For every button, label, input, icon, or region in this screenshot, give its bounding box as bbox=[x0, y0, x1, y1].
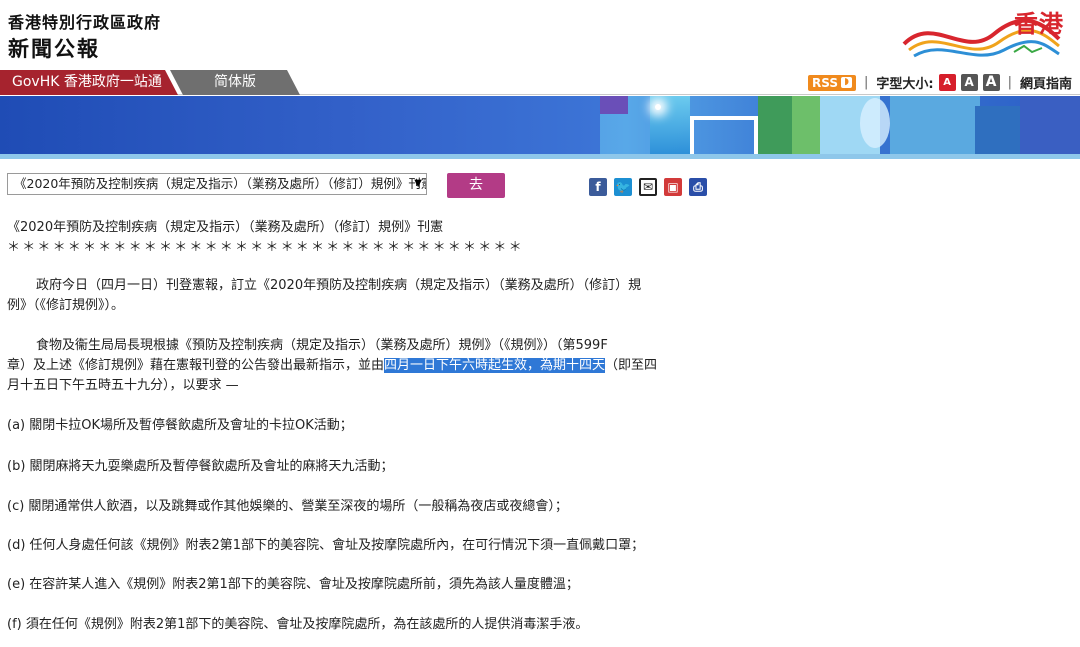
para2-line2-a: 章）及上述《修訂規例》藉在憲報刊登的公告發出最新指示，並由 bbox=[7, 358, 385, 373]
print-icon[interactable]: ⎙ bbox=[689, 178, 707, 196]
para2-line3: 月十五日下午五時五十九分），以要求 — bbox=[7, 378, 239, 393]
banner-block bbox=[0, 96, 600, 154]
banner-circle bbox=[860, 98, 890, 148]
banner-block bbox=[792, 96, 820, 154]
go-button[interactable]: 去 bbox=[447, 173, 505, 198]
article-title: 《2020年預防及控制疾病（規定及指示）（業務及處所）（修訂）規例》刊憲 bbox=[7, 220, 444, 235]
facebook-icon[interactable]: f bbox=[589, 178, 607, 196]
nav-bar: GovHK 香港政府一站通 简体版 RSS ◗ | 字型大小: A A A | … bbox=[0, 70, 1080, 95]
simplified-chinese-link[interactable]: 简体版 bbox=[170, 70, 300, 95]
rss-button[interactable]: RSS ◗ bbox=[808, 74, 856, 91]
divider: | bbox=[1007, 75, 1012, 90]
banner-block bbox=[758, 96, 792, 154]
rss-icon: ◗ bbox=[841, 77, 852, 88]
banner-block bbox=[975, 106, 1020, 154]
title-stars: ＊＊＊＊＊＊＊＊＊＊＊＊＊＊＊＊＊＊＊＊＊＊＊＊＊＊＊＊＊＊＊＊＊＊ bbox=[7, 240, 524, 255]
chevron-down-icon: ▼ bbox=[414, 178, 422, 189]
list-item: (d) 任何人身處任何該《規例》附表2第1部下的美容院、會址及按摩院處所內，在可… bbox=[7, 538, 645, 553]
paragraph-2: 食物及衞生局局長現根據《預防及控制疾病（規定及指示）（業務及處所）規例》（《規例… bbox=[7, 336, 747, 396]
rss-label: RSS bbox=[812, 75, 838, 90]
banner-block bbox=[1020, 96, 1080, 154]
list-item: (f) 須在任何《規例》附表2第1部下的美容院、會址及按摩院處所，為在該處所的人… bbox=[7, 617, 589, 632]
topic-select-value: 《2020年預防及控制疾病（規定及指示）（業務及處所）（修訂）規例》刊憲 bbox=[14, 176, 427, 191]
list-item: (c) 關閉通常供人飲酒，以及跳舞或作其他娛樂的、營業至深夜的場所（一般稱為夜店… bbox=[7, 499, 568, 514]
list-item: (e) 在容許某人進入《規例》附表2第1部下的美容院、會址及按摩院處所前，須先為… bbox=[7, 577, 579, 592]
font-size-medium-button[interactable]: A bbox=[960, 74, 978, 91]
brand-logo[interactable]: 香港 bbox=[894, 4, 1064, 66]
share-icons: f 🐦 ✉ ▣ ⎙ bbox=[589, 178, 707, 196]
divider: | bbox=[864, 75, 869, 90]
utility-links: RSS ◗ | 字型大小: A A A | 網頁指南 bbox=[808, 70, 1072, 95]
font-size-small-button[interactable]: A bbox=[938, 74, 956, 91]
site-title[interactable]: 新聞公報 bbox=[8, 33, 100, 63]
page-header: 香港特別行政區政府 新聞公報 香港 bbox=[0, 0, 1080, 70]
paragraph-1: 政府今日（四月一日）刊登憲報，訂立《2020年預防及控制疾病（規定及指示）（業務… bbox=[7, 276, 747, 316]
banner-block bbox=[600, 96, 628, 114]
twitter-icon[interactable]: 🐦 bbox=[614, 178, 632, 196]
banner-strip bbox=[0, 154, 1080, 159]
email-icon[interactable]: ✉ bbox=[639, 178, 657, 196]
brand-text: 香港 bbox=[1014, 10, 1064, 38]
topic-select[interactable]: 《2020年預防及控制疾病（規定及指示）（業務及處所）（修訂）規例》刊憲 ▼ bbox=[7, 173, 427, 195]
page-guide-link[interactable]: 網頁指南 bbox=[1020, 73, 1072, 92]
selected-text-highlight[interactable]: 四月一日下午六時起生效，為期十四天 bbox=[384, 358, 606, 373]
banner-sparkle bbox=[655, 104, 661, 110]
font-size-large-button[interactable]: A bbox=[982, 74, 1000, 91]
list-item: (b) 關閉麻將天九耍樂處所及暫停餐飲處所及會址的麻將天九活動； bbox=[7, 459, 394, 474]
govhk-link[interactable]: GovHK 香港政府一站通 bbox=[0, 70, 178, 95]
para2-line1: 食物及衞生局局長現根據《預防及控制疾病（規定及指示）（業務及處所）規例》（《規例… bbox=[36, 338, 608, 353]
decorative-banner bbox=[0, 96, 1080, 154]
para1-line1: 政府今日（四月一日）刊登憲報，訂立《2020年預防及控制疾病（規定及指示）（業務… bbox=[36, 278, 642, 293]
banner-frame bbox=[690, 116, 758, 154]
para2-line2-b: （即至四 bbox=[605, 358, 658, 373]
org-name: 香港特別行政區政府 bbox=[8, 13, 162, 32]
list-item: (a) 關閉卡拉OK場所及暫停餐飲處所及會址的卡拉OK活動； bbox=[7, 418, 353, 433]
font-size-label: 字型大小: bbox=[876, 77, 934, 92]
save-icon[interactable]: ▣ bbox=[664, 178, 682, 196]
banner-block bbox=[890, 96, 980, 154]
para1-line2: 例》（《修訂規例》）。 bbox=[7, 298, 125, 313]
